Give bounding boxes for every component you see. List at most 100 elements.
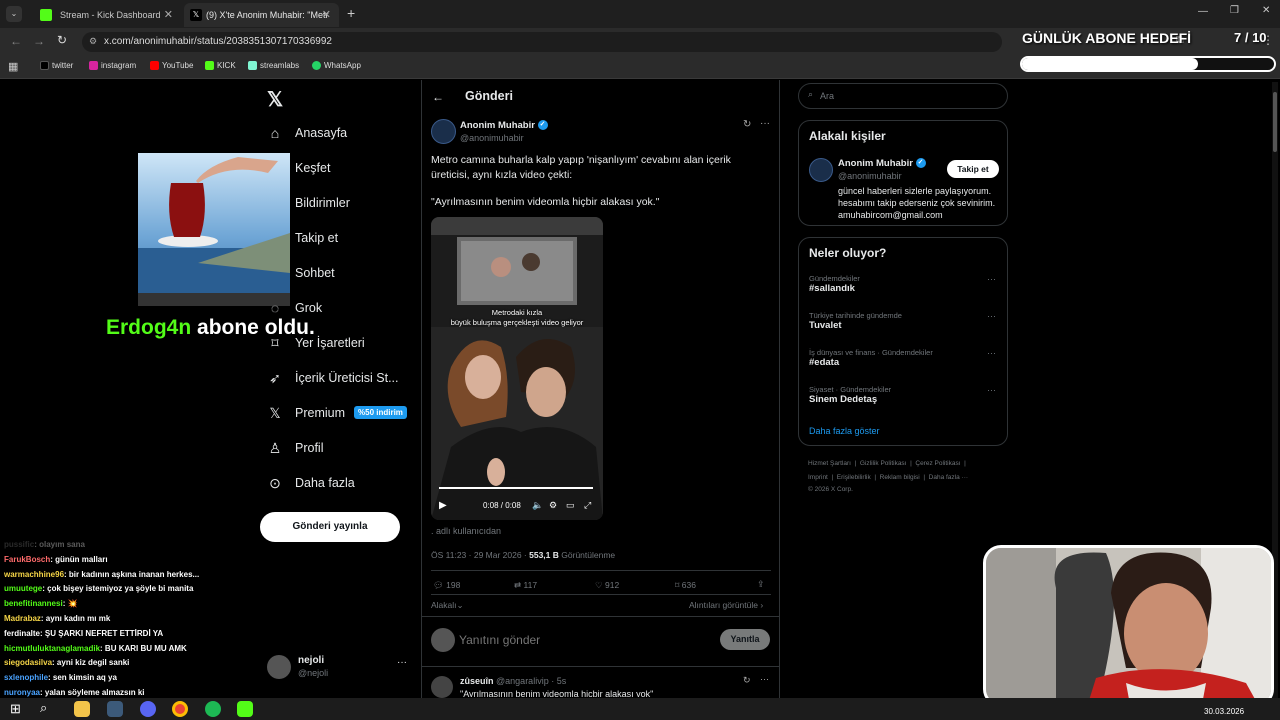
chat-text: : sen kimsin aq ya [48,673,117,683]
bookmark-whatsapp[interactable]: WhatsApp [312,61,361,70]
back-icon[interactable]: ← [10,34,22,48]
bookmark-kick[interactable]: KICK [205,61,236,70]
share-icon[interactable]: ⇪ [757,579,765,590]
close-icon[interactable]: ✕ [322,8,331,21]
more-icon[interactable]: ··· [987,348,996,358]
bookmark-instagram[interactable]: instagram [89,61,136,70]
author-avatar[interactable] [431,119,456,144]
trend-item[interactable]: Siyaset · Gündemdekiler Sinem Dedetaş ··… [809,385,1001,415]
reply-author[interactable]: zûseuîn [460,676,494,686]
chat-text: : çok bişey istemiyoz ya şöyle bi manita [42,584,194,594]
windows-start-icon[interactable]: ⊞ [10,701,21,717]
discord-icon[interactable] [140,701,156,717]
sort-relevant-dropdown[interactable]: Alakalı⌄ [431,600,464,611]
follow-button[interactable]: Takip et [947,160,999,178]
chat-username[interactable]: benefitinannesi [4,599,63,608]
chat-username[interactable]: FarukBosch [4,555,50,564]
tab-x-post[interactable]: 𝕏 (9) X'te Anonim Muhabir: "Metr ✕ [184,3,339,27]
close-icon[interactable]: ✕ [164,8,173,21]
like-action[interactable]: ♡ 912 [595,580,619,591]
chat-username[interactable]: sxlenophile [4,673,48,682]
grok-icon[interactable]: ↻ [743,119,751,130]
repost-action[interactable]: ⇄ 117 [514,580,537,591]
trend-item[interactable]: İş dünyası ve finans · Gündemdekiler #ed… [809,348,1001,378]
chat-username[interactable]: warmachhine96 [4,570,64,579]
chat-icon [268,266,282,280]
chat-username[interactable]: umuutege [4,584,42,593]
spotify-icon[interactable] [205,701,221,717]
footer-links-2[interactable]: Imprint | Erişilebilirlik | Reklam bilgi… [808,474,968,481]
pip-icon[interactable]: ▭ [566,500,575,511]
bookmark-youtube[interactable]: YouTube [150,61,193,70]
chat-text: : olayım sana [34,540,85,549]
person-avatar[interactable] [809,158,833,182]
footer-links-1[interactable]: Hizmet Şartları | Gizlilik Politikası | … [808,460,966,467]
bookmark-streamlabs[interactable]: streamlabs [248,61,299,70]
volume-icon[interactable]: 🔈 [532,500,543,511]
reply-handle: @angaralivip · 5s [496,676,567,686]
browser-tab-bar: ⌄ Stream - Kick Dashboard ✕ 𝕏 (9) X'te A… [0,0,1280,28]
chat-message: siegodasilva: ayni kiz degil sanki [4,658,129,667]
apps-grid-icon[interactable]: ▦ [8,60,18,73]
search-placeholder: Ara [820,91,835,101]
tab-search-button[interactable]: ⌄ [6,6,22,22]
bookmark-label: WhatsApp [324,61,361,70]
instagram-icon [89,61,98,70]
url-input[interactable]: ⚙ x.com/anonimuhabir/status/203835130717… [82,32,1002,52]
person-name[interactable]: Anonim Muhabir ✓ [838,158,926,169]
reply-avatar[interactable] [431,676,453,698]
trend-item[interactable]: Türkiye tarihinde gündemde Tuvalet ··· [809,311,1001,341]
more-icon[interactable]: ··· [760,674,769,684]
search-icon[interactable]: ⌕ [40,700,47,716]
streamlabs-icon [248,61,257,70]
x-logo-icon[interactable]: 𝕏 [267,87,283,112]
play-icon[interactable]: ▶ [439,500,447,511]
account-name: nejoli [298,655,325,666]
chat-username[interactable]: nuronyaa [4,688,40,697]
chrome-icon[interactable] [172,701,188,717]
bookmark-action[interactable]: ⌑ 636 [675,580,696,591]
bookmark-twitter[interactable]: twitter [40,61,73,70]
grok-icon[interactable]: ↻ [743,675,751,686]
reply-input[interactable] [459,630,679,650]
forward-icon[interactable]: → [33,34,45,48]
author-name[interactable]: Anonim Muhabir ✓ [460,120,548,131]
reply-action[interactable]: 💬︎ 198 [433,580,460,591]
reload-icon[interactable]: ↻ [57,33,67,47]
reply-button[interactable]: Yanıtla [720,629,770,650]
steam-icon[interactable] [107,701,123,717]
account-switcher[interactable]: nejoli @nejoli ··· [267,655,412,683]
back-arrow-icon[interactable]: ← [432,90,444,104]
close-window-button[interactable]: ✕ [1262,5,1270,16]
trend-item[interactable]: Gündemdekiler #sallandık ··· [809,274,1001,304]
search-box[interactable]: ⌕ Ara [798,83,1008,109]
chat-username[interactable]: pussific [4,540,34,549]
scrollbar-thumb[interactable] [1273,92,1277,152]
sub-alert-text: Erdog4n abone oldu. [106,316,315,340]
video-source[interactable]: . adlı kullanıcıdan [431,526,501,536]
more-icon[interactable]: ··· [760,118,770,129]
restore-button[interactable]: ❐ [1230,5,1239,16]
kick-icon[interactable] [237,701,253,717]
fullscreen-icon[interactable]: ⤢ [584,500,591,511]
bookmark-label: twitter [52,61,74,70]
new-tab-button[interactable]: + [347,5,355,21]
post-video[interactable]: Metrodaki kızla büyük buluşma gerçekleşt… [431,217,603,520]
video-progress[interactable] [439,487,593,489]
more-icon[interactable]: ··· [987,274,996,284]
show-more-link[interactable]: Daha fazla göster [809,426,880,436]
chat-username[interactable]: siegodasilva [4,658,52,667]
view-quotes-link[interactable]: Alıntıları görüntüle › [689,600,763,610]
more-icon[interactable]: ··· [987,385,996,395]
minimize-button[interactable]: — [1198,6,1208,17]
more-icon[interactable]: ··· [987,311,996,321]
tab-kick-dashboard[interactable]: Stream - Kick Dashboard ✕ [26,3,181,27]
more-icon[interactable]: ··· [397,657,407,668]
chat-username[interactable]: ferdinalte [4,629,40,638]
site-info-icon[interactable]: ⚙ [89,36,97,47]
post-button[interactable]: Gönderi yayınla [260,512,400,542]
settings-icon[interactable]: ⚙ [549,500,557,511]
file-explorer-icon[interactable] [74,701,90,717]
chat-username[interactable]: hicmutluluktanaglamadik [4,644,100,653]
chat-username[interactable]: Madrabaz [4,614,41,623]
